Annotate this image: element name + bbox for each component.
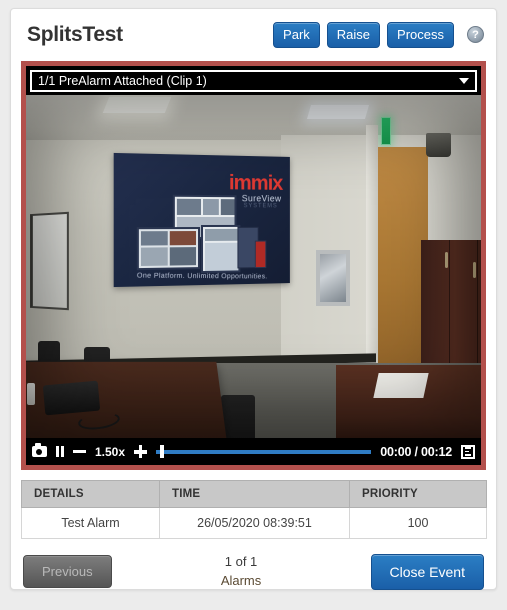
snapshot-icon[interactable] [32, 443, 47, 457]
panel-header: SplitsTest Park Raise Process ? [21, 9, 486, 61]
sureview-sub: SYSTEMS [243, 203, 278, 210]
chevron-down-icon [459, 78, 469, 84]
speed-up-icon[interactable] [134, 445, 148, 458]
park-button[interactable]: Park [273, 21, 320, 49]
cell-priority: 100 [349, 507, 487, 539]
wall-speaker [426, 133, 451, 157]
page-title: SplitsTest [27, 23, 123, 46]
progress-track [156, 450, 372, 454]
video-surface[interactable]: immix SureView SYSTEMS One Platform. Unl… [26, 95, 481, 438]
sureview-wordmark: SureView [241, 193, 282, 204]
paper-stack [373, 373, 429, 398]
playlist-icon[interactable] [461, 444, 475, 459]
playback-speed: 1.50x [95, 444, 126, 459]
whiteboard [30, 211, 69, 311]
ceiling-light-left [102, 97, 172, 113]
cell-time: 26/05/2020 08:39:51 [159, 507, 350, 539]
pause-icon[interactable] [56, 446, 64, 457]
clip-select-label: 1/1 PreAlarm Attached (Clip 1) [38, 74, 207, 88]
previous-button[interactable]: Previous [23, 555, 112, 589]
page-root: SplitsTest Park Raise Process ? 1/1 PreA… [0, 0, 507, 610]
bottle [27, 383, 35, 405]
alarm-counter: 1 of 1 Alarms [221, 553, 261, 591]
alarm-table: DETAILS TIME PRIORITY Test Alarm 26/05/2… [21, 480, 487, 539]
progress-slider[interactable] [156, 445, 372, 458]
column-header-details[interactable]: DETAILS [21, 480, 160, 508]
exit-sign [381, 117, 391, 145]
clip-select[interactable]: 1/1 PreAlarm Attached (Clip 1) [30, 70, 477, 92]
event-panel: SplitsTest Park Raise Process ? 1/1 PreA… [10, 8, 497, 590]
raise-button[interactable]: Raise [326, 21, 381, 49]
chair-4 [221, 395, 255, 438]
progress-handle[interactable] [160, 445, 165, 458]
immix-wordmark: immix [228, 171, 283, 195]
banner-screen-c [201, 224, 241, 274]
speed-down-icon[interactable] [73, 450, 86, 453]
time-display: 00:00 / 00:12 [380, 444, 452, 459]
door-frame [366, 125, 378, 383]
clip-selector-wrap: 1/1 PreAlarm Attached (Clip 1) [26, 66, 481, 95]
table-row[interactable]: Test Alarm 26/05/2020 08:39:51 100 [21, 507, 487, 539]
banner-screen-b [136, 227, 201, 271]
ceiling-light-right [306, 105, 370, 119]
panel-footer: Previous 1 of 1 Alarms Close Event [21, 553, 486, 591]
column-header-priority[interactable]: PRIORITY [349, 480, 487, 508]
help-icon[interactable]: ? [467, 26, 484, 44]
banner-screen-e [254, 240, 267, 269]
wall-mirror [316, 250, 350, 306]
header-actions: Park Raise Process ? [273, 21, 484, 49]
cell-details: Test Alarm [21, 507, 160, 539]
alarm-counter-label: Alarms [220, 572, 262, 588]
immix-banner: immix SureView SYSTEMS One Platform. Unl… [113, 152, 290, 288]
column-header-time[interactable]: TIME [159, 480, 350, 508]
table-equipment [42, 380, 101, 416]
table-header-row: DETAILS TIME PRIORITY [21, 480, 487, 508]
close-event-button[interactable]: Close Event [370, 553, 484, 590]
process-button[interactable]: Process [387, 21, 454, 49]
banner-tagline: One Platform. Unlimited Opportunities. [136, 272, 268, 281]
video-controls: 1.50x 00:00 / 00:12 [26, 438, 481, 465]
alarm-video-frame: 1/1 PreAlarm Attached (Clip 1) immix Sur… [21, 61, 486, 470]
alarm-counter-index: 1 of 1 [224, 554, 258, 569]
